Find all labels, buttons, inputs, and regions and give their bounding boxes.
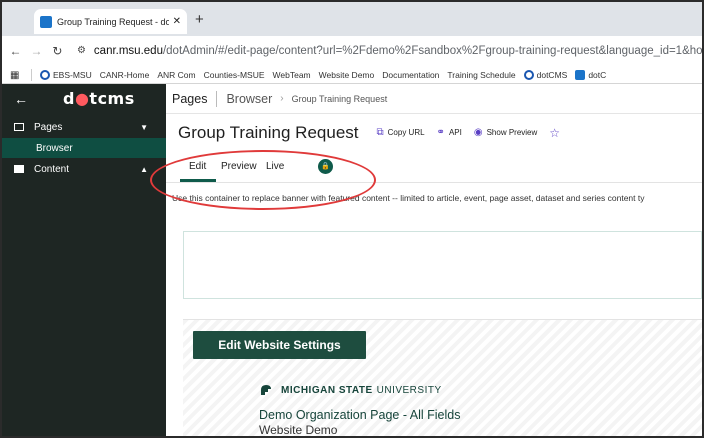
bookmark-anr-com[interactable]: ANR Com — [157, 70, 195, 80]
collapse-arrow-icon[interactable]: ← — [14, 91, 28, 107]
chevron-right-icon: › — [280, 93, 284, 104]
edit-website-settings-button[interactable]: Edit Website Settings — [193, 331, 366, 359]
logo-prefix: d — [63, 89, 75, 108]
page-title-bar: Group Training Request ⧉ Copy URL ⚭ API ◉ S… — [166, 114, 702, 151]
bookmark-training-schedule[interactable]: Training Schedule — [447, 70, 515, 80]
dotcms-logo[interactable]: d●tcms — [63, 89, 135, 108]
back-arrow-icon[interactable]: ← — [8, 44, 23, 58]
address-bar-row: ← → ↻ ⚙ canr.msu.edu/dotAdmin/#/edit-pag… — [2, 36, 702, 66]
bookmark-ebs-msu[interactable]: EBS-MSU — [40, 69, 92, 80]
copy-icon: ⧉ — [376, 127, 384, 138]
bookmark-label: dotCMS — [536, 69, 568, 80]
screenshot-frame: Group Training Request - dotCM ✕ + ← → ↻… — [0, 0, 704, 438]
spartan-helmet-icon — [261, 385, 271, 395]
bookmark-separator — [31, 68, 32, 81]
url-path: /dotAdmin/#/edit-page/content?url=%2Fdem… — [162, 45, 703, 57]
caret-down-icon: ▼ — [140, 122, 148, 132]
circle-icon — [523, 69, 534, 80]
bookmark-documentation[interactable]: Documentation — [382, 70, 439, 80]
browser-tab-strip: Group Training Request - dotCM ✕ + — [2, 2, 702, 36]
mode-tabs: Edit Preview Live 🔒 — [166, 151, 702, 183]
bookmark-label: Counties-MSUE — [203, 69, 265, 80]
bookmark-label: WebTeam — [272, 69, 311, 80]
copy-url-button[interactable]: ⧉ Copy URL — [377, 127, 425, 138]
msu-wordmark: MICHIGAN STATE UNIVERSITY — [259, 383, 442, 397]
new-tab-button[interactable]: + — [195, 11, 204, 28]
star-icon[interactable]: ☆ — [549, 126, 560, 140]
tab-live[interactable]: Live — [266, 161, 284, 172]
bookmark-label: dotC — [588, 69, 607, 80]
dotcms-favicon-icon — [575, 69, 586, 80]
api-label: API — [448, 128, 462, 137]
breadcrumb-pages[interactable]: Pages — [172, 92, 207, 106]
sidebar-item-label: Browser — [36, 142, 73, 154]
organization-name: Demo Organization Page - All Fields — [259, 408, 461, 422]
sidebar-item-pages[interactable]: Pages ▼ — [2, 116, 166, 138]
tab-title: Group Training Request - dotCM — [57, 16, 169, 27]
sidebar-item-content[interactable]: Content ▲ — [2, 158, 166, 180]
bookmark-webteam[interactable]: WebTeam — [273, 70, 311, 80]
api-button[interactable]: ⚭ API — [437, 127, 462, 138]
eye-icon: ◉ — [473, 127, 483, 138]
main-panel: Pages Browser › Group Training Request ▲… — [166, 84, 702, 437]
msu-wordmark-regular: UNIVERSITY — [376, 384, 442, 396]
bookmark-label: Training Schedule — [447, 69, 516, 80]
sidebar-item-browser[interactable]: Browser — [2, 138, 166, 158]
sidebar-item-label: Content — [34, 163, 70, 175]
bookmark-label: Documentation — [382, 69, 440, 80]
breadcrumb: Pages Browser › Group Training Request — [166, 84, 702, 114]
tab-preview[interactable]: Preview — [221, 161, 257, 172]
logo-suffix: tcms — [89, 89, 135, 108]
active-tab-indicator — [180, 179, 216, 182]
caret-up-icon: ▲ — [140, 164, 148, 174]
logo-dot: ● — [74, 89, 90, 108]
page-editor-canvas: Use this container to replace banner wit… — [166, 183, 702, 437]
url-host: canr.msu.edu — [93, 45, 163, 57]
tab-edit[interactable]: Edit — [189, 161, 206, 172]
link-icon: ⚭ — [436, 127, 445, 138]
breadcrumb-divider — [216, 90, 218, 107]
bookmarks-bar: ▦ EBS-MSU CANR-Home ANR Com Counties-MSU… — [2, 66, 702, 84]
bookmark-label: Website Demo — [318, 69, 375, 80]
bookmark-dotcms[interactable]: dotCMS — [523, 69, 568, 80]
settings-area: Edit Website Settings MICHIGAN STATE UNI… — [183, 319, 702, 437]
bookmark-website-demo[interactable]: Website Demo — [319, 70, 375, 80]
tab-close-icon[interactable]: ✕ — [173, 16, 181, 27]
forward-arrow-icon[interactable]: → — [29, 44, 44, 58]
content-icon — [14, 165, 24, 173]
bookmark-label: CANR-Home — [99, 69, 150, 80]
apps-grid-icon[interactable]: ▦ — [10, 69, 25, 81]
show-preview-label: Show Preview — [486, 128, 538, 137]
bookmark-label: ANR Com — [157, 69, 196, 80]
page-title: Group Training Request — [178, 122, 359, 142]
msu-wordmark-bold: MICHIGAN STATE — [281, 384, 373, 396]
circle-icon — [40, 69, 50, 80]
site-settings-icon[interactable]: ⚙ — [77, 45, 86, 57]
lock-icon[interactable]: 🔒 — [318, 159, 333, 174]
folder-icon — [14, 123, 24, 131]
dotcms-favicon-icon — [40, 15, 52, 28]
sidebar-header: ← d●tcms — [2, 84, 166, 114]
bookmark-dotc[interactable]: dotC — [575, 69, 607, 80]
breadcrumb-current: Group Training Request — [291, 93, 388, 104]
organization-subtitle: Website Demo — [259, 423, 338, 437]
grid-icon: ▦ — [10, 69, 20, 81]
bookmark-counties-msue[interactable]: Counties-MSUE — [204, 70, 265, 80]
show-preview-button[interactable]: ◉ Show Preview — [474, 127, 537, 138]
copy-url-label: Copy URL — [387, 128, 425, 137]
reload-icon[interactable]: ↻ — [50, 44, 65, 58]
banner-container[interactable] — [183, 231, 702, 299]
dotcms-sidebar: ← d●tcms Pages ▼ Browser Content ▲ — [2, 84, 166, 436]
browser-tab[interactable]: Group Training Request - dotCM ✕ — [34, 9, 187, 34]
container-description: Use this container to replace banner wit… — [172, 193, 645, 203]
bookmark-canr-home[interactable]: CANR-Home — [100, 70, 150, 80]
sidebar-item-label: Pages — [34, 121, 63, 133]
breadcrumb-browser[interactable]: Browser — [226, 92, 272, 106]
bookmark-label: EBS-MSU — [53, 69, 92, 80]
url-field[interactable]: ⚙ canr.msu.edu/dotAdmin/#/edit-page/cont… — [77, 45, 702, 57]
